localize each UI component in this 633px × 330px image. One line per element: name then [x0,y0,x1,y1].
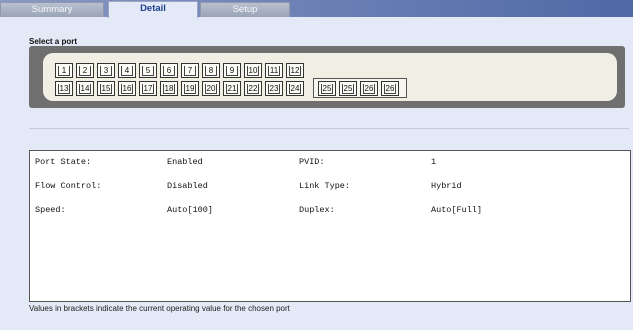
port-panel-inner: 1 2 3 4 5 6 7 8 9 10 11 12 13 14 15 16 17 18 19 20 21 22 23 24 2… [43,53,617,101]
port-button-25[interactable]: 25 [339,81,357,96]
port-button-4[interactable]: 4 [118,63,136,78]
port-button-10[interactable]: 10 [244,63,262,78]
port-button-17[interactable]: 17 [139,81,157,96]
port-button-2[interactable]: 2 [76,63,94,78]
port-number: 11 [268,66,280,76]
flow-control-label: Flow Control: [35,181,102,191]
port-number: 19 [184,84,196,94]
footnote: Values in brackets indicate the current … [29,304,290,313]
port-number: 5 [142,66,154,76]
port-button-5[interactable]: 5 [139,63,157,78]
tab-setup[interactable]: Setup [200,2,290,17]
port-button-26[interactable]: 26 [360,81,378,96]
pvid-label: PVID: [299,157,325,167]
port-button-8[interactable]: 8 [202,63,220,78]
port-number: 21 [226,84,238,94]
select-port-label: Select a port [29,37,78,46]
port-number: 23 [268,84,280,94]
port-button-18[interactable]: 18 [160,81,178,96]
port-number: 26 [384,84,396,94]
port-number: 6 [163,66,175,76]
port-number: 24 [289,84,301,94]
port-state-value: Enabled [167,157,203,167]
port-panel: 1 2 3 4 5 6 7 8 9 10 11 12 13 14 15 16 17 18 19 20 21 22 23 24 2… [29,46,625,108]
port-button-15[interactable]: 15 [97,81,115,96]
port-number: 8 [205,66,217,76]
link-type-label: Link Type: [299,181,351,191]
port-number: 9 [226,66,238,76]
link-type-value: Hybrid [431,181,462,191]
port-button-25[interactable]: 25 [318,81,336,96]
tab-detail[interactable]: Detail [108,1,198,18]
port-number: 22 [247,84,259,94]
port-number: 1 [58,66,70,76]
pvid-value: 1 [431,157,437,167]
port-button-24[interactable]: 24 [286,81,304,96]
port-number: 7 [184,66,196,76]
divider [29,128,629,129]
port-number: 25 [342,84,354,94]
port-detail-panel: Port State: Enabled PVID: 1 Flow Control… [29,150,631,302]
port-button-7[interactable]: 7 [181,63,199,78]
speed-value: Auto[100] [167,205,213,215]
port-button-26[interactable]: 26 [381,81,399,96]
port-number: 15 [100,84,112,94]
port-button-23[interactable]: 23 [265,81,283,96]
port-number: 13 [58,84,70,94]
port-button-11[interactable]: 11 [265,63,283,78]
port-number: 4 [121,66,133,76]
flow-control-value: Disabled [167,181,208,191]
port-button-19[interactable]: 19 [181,81,199,96]
port-number: 16 [121,84,133,94]
port-number: 14 [79,84,91,94]
port-number: 26 [363,84,375,94]
tab-summary[interactable]: Summary [0,2,104,17]
port-button-6[interactable]: 6 [160,63,178,78]
port-number: 17 [142,84,154,94]
port-button-21[interactable]: 21 [223,81,241,96]
port-number: 3 [100,66,112,76]
port-button-1[interactable]: 1 [55,63,73,78]
port-button-13[interactable]: 13 [55,81,73,96]
port-button-3[interactable]: 3 [97,63,115,78]
port-button-14[interactable]: 14 [76,81,94,96]
duplex-value: Auto[Full] [431,205,483,215]
port-button-16[interactable]: 16 [118,81,136,96]
duplex-label: Duplex: [299,205,335,215]
port-number: 10 [247,66,259,76]
port-button-22[interactable]: 22 [244,81,262,96]
port-number: 20 [205,84,217,94]
port-number: 25 [321,84,333,94]
port-button-9[interactable]: 9 [223,63,241,78]
port-button-20[interactable]: 20 [202,81,220,96]
port-number: 18 [163,84,175,94]
port-number: 12 [289,66,301,76]
port-button-12[interactable]: 12 [286,63,304,78]
port-number: 2 [79,66,91,76]
port-state-label: Port State: [35,157,92,167]
speed-label: Speed: [35,205,66,215]
